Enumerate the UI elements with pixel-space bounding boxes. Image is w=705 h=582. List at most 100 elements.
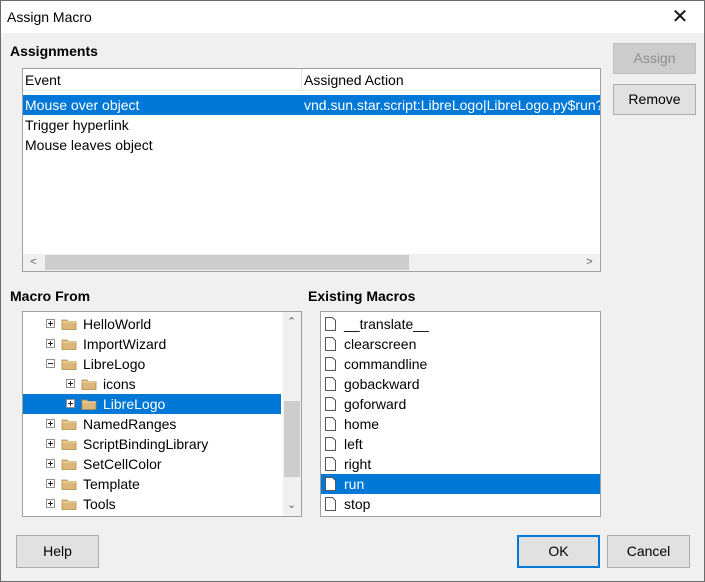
table-row[interactable]: Mouse leaves object bbox=[23, 135, 600, 155]
tree-item[interactable]: Template bbox=[23, 474, 281, 494]
expander-icon[interactable] bbox=[46, 419, 55, 428]
existing-macros-heading: Existing Macros bbox=[308, 288, 416, 304]
macro-list-item[interactable]: commandline bbox=[321, 354, 600, 374]
column-header-assigned-action[interactable]: Assigned Action bbox=[302, 69, 600, 91]
macro-name: goforward bbox=[344, 396, 407, 412]
event-cell: Mouse over object bbox=[25, 97, 140, 113]
macro-list-item[interactable]: __translate__ bbox=[321, 314, 600, 334]
table-row[interactable]: Mouse over object vnd.sun.star.script:Li… bbox=[23, 95, 600, 115]
assign-macro-dialog: Assign Macro ✕ Assignments Event Assigne… bbox=[0, 0, 705, 582]
tree-item[interactable]: Tools bbox=[23, 494, 281, 514]
macro-list-item[interactable]: left bbox=[321, 434, 600, 454]
tree-item[interactable]: LibreLogo bbox=[23, 354, 281, 374]
help-button-label: Help bbox=[43, 543, 72, 559]
macro-list-item[interactable]: run bbox=[321, 474, 600, 494]
folder-icon bbox=[61, 319, 77, 330]
tree-item-label: Template bbox=[83, 476, 140, 492]
document-icon bbox=[325, 397, 336, 411]
tree-item[interactable]: ImportWizard bbox=[23, 334, 281, 354]
column-header-event[interactable]: Event bbox=[23, 69, 302, 91]
expander-icon[interactable] bbox=[66, 399, 75, 408]
assignments-table[interactable]: Event Assigned Action Mouse over object … bbox=[22, 68, 601, 272]
tree-item[interactable]: NamedRanges bbox=[23, 414, 281, 434]
folder-icon bbox=[81, 399, 97, 410]
folder-icon bbox=[61, 439, 77, 450]
ok-button-label: OK bbox=[548, 543, 569, 559]
scrollbar-thumb[interactable] bbox=[284, 401, 300, 477]
macro-name: __translate__ bbox=[344, 316, 429, 332]
assignments-heading: Assignments bbox=[10, 43, 98, 59]
document-icon bbox=[325, 417, 336, 431]
folder-icon bbox=[61, 479, 77, 490]
macro-list-item[interactable]: gobackward bbox=[321, 374, 600, 394]
tree-item-label: icons bbox=[103, 376, 136, 392]
cancel-button[interactable]: Cancel bbox=[607, 535, 690, 568]
assign-button[interactable]: Assign bbox=[613, 43, 696, 74]
expander-icon[interactable] bbox=[46, 499, 55, 508]
expander-icon[interactable] bbox=[46, 439, 55, 448]
horizontal-scrollbar[interactable]: < > bbox=[23, 254, 600, 271]
tree-item-label: LibreLogo bbox=[103, 396, 166, 412]
folder-icon bbox=[61, 459, 77, 470]
folder-icon bbox=[61, 419, 77, 430]
document-icon bbox=[325, 497, 336, 511]
tree-item[interactable]: icons bbox=[23, 374, 281, 394]
macro-name: stop bbox=[344, 496, 371, 512]
tree-item-label: ScriptBindingLibrary bbox=[83, 436, 209, 452]
dialog-title: Assign Macro bbox=[7, 9, 92, 25]
folder-icon bbox=[61, 499, 77, 510]
assign-button-label: Assign bbox=[633, 50, 676, 66]
expander-icon[interactable] bbox=[46, 339, 55, 348]
vertical-scrollbar[interactable]: ⌃ ⌄ bbox=[283, 312, 301, 516]
macro-list-item[interactable]: home bbox=[321, 414, 600, 434]
scroll-down-icon[interactable]: ⌄ bbox=[283, 497, 300, 514]
help-button[interactable]: Help bbox=[16, 535, 99, 568]
macro-list-item[interactable]: stop bbox=[321, 494, 600, 514]
scroll-up-icon[interactable]: ⌃ bbox=[283, 314, 300, 331]
tree-item-label: SetCellColor bbox=[83, 456, 162, 472]
ok-button[interactable]: OK bbox=[517, 535, 600, 568]
expander-icon[interactable] bbox=[46, 319, 55, 328]
expander-icon[interactable] bbox=[46, 459, 55, 468]
tree-item-label: ImportWizard bbox=[83, 336, 167, 352]
macro-name: left bbox=[344, 436, 363, 452]
document-icon bbox=[325, 477, 336, 491]
folder-icon bbox=[61, 339, 77, 350]
document-icon bbox=[325, 317, 336, 331]
document-icon bbox=[325, 437, 336, 451]
document-icon bbox=[325, 457, 336, 471]
macro-list-item[interactable]: right bbox=[321, 454, 600, 474]
macro-name: right bbox=[344, 456, 372, 472]
scroll-right-icon[interactable]: > bbox=[581, 254, 598, 271]
tree-item[interactable]: HelloWorld bbox=[23, 314, 281, 334]
macro-list-item[interactable]: goforward bbox=[321, 394, 600, 414]
remove-button-label: Remove bbox=[628, 91, 681, 107]
document-icon bbox=[325, 377, 336, 391]
tree-item[interactable]: ScriptBindingLibrary bbox=[23, 434, 281, 454]
document-icon bbox=[325, 337, 336, 351]
title-bar: Assign Macro ✕ bbox=[1, 1, 704, 33]
macro-from-tree[interactable]: HelloWorld ImportWizard LibreLogo icons Libr… bbox=[22, 311, 302, 517]
scrollbar-thumb[interactable] bbox=[45, 255, 409, 270]
macro-name: clearscreen bbox=[344, 336, 417, 352]
event-cell: Mouse leaves object bbox=[25, 137, 153, 153]
macro-name: home bbox=[344, 416, 380, 432]
expander-icon[interactable] bbox=[46, 479, 55, 488]
existing-macros-list[interactable]: __translate__ clearscreen commandline gobac… bbox=[320, 311, 601, 517]
remove-button[interactable]: Remove bbox=[613, 84, 696, 115]
expander-icon[interactable] bbox=[46, 359, 55, 368]
tree-item-label: LibreLogo bbox=[83, 356, 146, 372]
expander-icon[interactable] bbox=[66, 379, 75, 388]
close-icon[interactable]: ✕ bbox=[660, 2, 700, 32]
folder-icon bbox=[61, 359, 77, 370]
tree-item-label: Tools bbox=[83, 496, 116, 512]
macro-name: commandline bbox=[344, 356, 428, 372]
document-icon bbox=[325, 357, 336, 371]
tree-item-label: NamedRanges bbox=[83, 416, 177, 432]
macro-list-item[interactable]: clearscreen bbox=[321, 334, 600, 354]
macro-from-heading: Macro From bbox=[10, 288, 91, 304]
tree-item[interactable]: LibreLogo bbox=[23, 394, 281, 414]
table-row[interactable]: Trigger hyperlink bbox=[23, 115, 600, 135]
tree-item[interactable]: SetCellColor bbox=[23, 454, 281, 474]
scroll-left-icon[interactable]: < bbox=[25, 254, 42, 271]
